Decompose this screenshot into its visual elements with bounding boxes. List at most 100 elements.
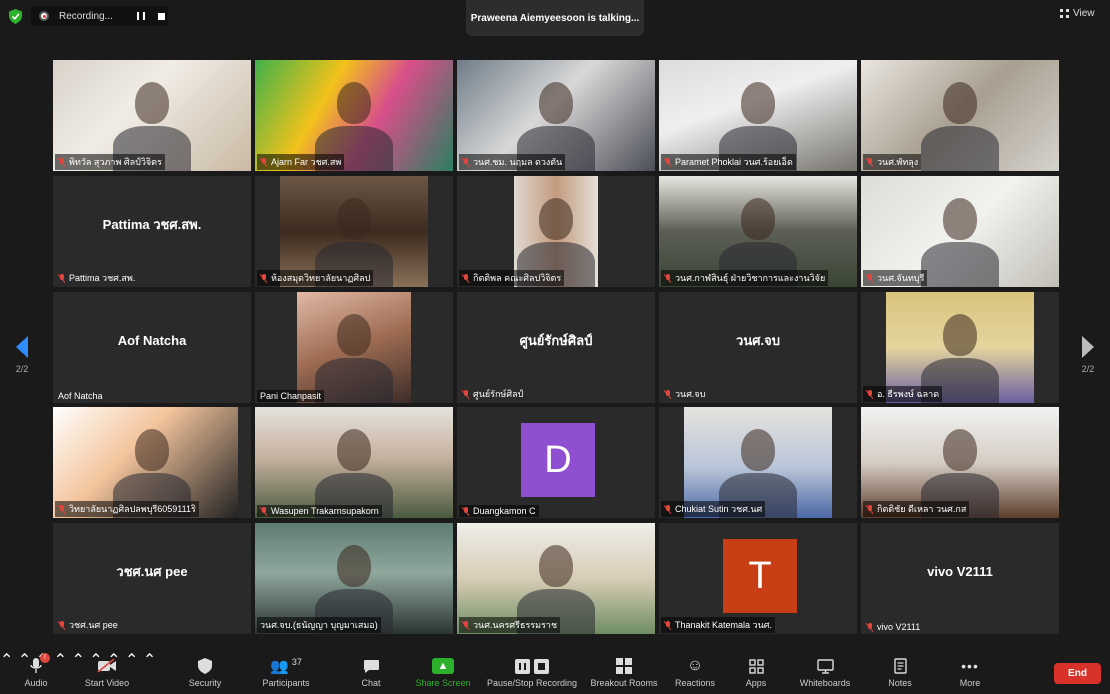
participant-tile[interactable]: วนศ.พัทลุง — [861, 60, 1059, 171]
more-button[interactable]: ••• More — [954, 656, 986, 688]
pause-stop-recording-button[interactable]: Pause/Stop Recording — [484, 656, 580, 688]
participant-silhouette — [337, 314, 371, 356]
pause-recording-icon[interactable] — [136, 12, 145, 20]
top-bar: Recording... Praweena Aiemyeesoon is tal… — [0, 0, 1110, 36]
participant-display-name: vivo V2111 — [927, 564, 993, 579]
share-screen-button[interactable]: ▲ Share Screen — [412, 656, 474, 688]
audio-options-caret-icon[interactable]: ⌃ — [0, 652, 13, 669]
recording-dot-icon — [39, 11, 49, 21]
participant-tile[interactable]: Chukiat Sutin วชศ.นศ — [659, 407, 857, 518]
mic-muted-icon — [664, 157, 672, 167]
participant-name-label: วนศ.จบ — [661, 386, 708, 402]
participant-name-label: วนศ.นครศรีธรรมราช — [459, 617, 561, 633]
security-shield-icon[interactable] — [9, 9, 22, 24]
participant-tile[interactable]: วชศ.นศ pee วชศ.นศ pee — [53, 523, 251, 634]
participant-tile[interactable]: D Duangkamon C — [457, 407, 655, 518]
page-indicator-left: 2/2 — [15, 364, 29, 374]
participant-silhouette — [135, 82, 169, 124]
participant-name: อ. ธีรพงษ์ ฉลาด — [877, 389, 940, 399]
mic-muted-icon — [462, 273, 470, 283]
participant-name-label: Wasupen Trakarnsupakorn — [257, 505, 382, 517]
participant-name: วิทยาลัยนาฏศิลปลพบุรี6059111ริ — [69, 504, 196, 514]
right-arrow-icon — [1082, 336, 1094, 358]
participant-tile[interactable]: ศูนย์รักษ์ศิลป์ ศูนย์รักษ์ศิลป์ — [457, 292, 655, 403]
audio-button[interactable]: ! Audio — [18, 653, 54, 688]
participant-name: Ajarn Far วชศ.สพ — [271, 157, 342, 167]
participant-avatar: T — [723, 539, 797, 613]
start-video-button[interactable]: Start Video — [80, 656, 134, 688]
chat-options-caret-icon[interactable]: ⌃ — [54, 652, 67, 669]
previous-page-button[interactable]: 2/2 — [10, 336, 34, 374]
end-meeting-button[interactable]: End — [1054, 663, 1101, 684]
breakout-rooms-label: Breakout Rooms — [590, 678, 658, 688]
participant-avatar: D — [521, 423, 595, 497]
mic-muted-icon — [866, 273, 874, 283]
participant-tile[interactable]: กิตติพล คณะศิลปวิจิตร — [457, 176, 655, 287]
chat-label: Chat — [361, 678, 381, 688]
participant-name: กิตติชัย ดีเหลา วนศ.กส — [877, 504, 967, 514]
participant-name-label: วนศ.พัทลุง — [863, 154, 922, 170]
next-page-button[interactable]: 2/2 — [1076, 336, 1100, 374]
participant-tile[interactable]: Wasupen Trakarnsupakorn — [255, 407, 453, 518]
participant-name: กิตติพล คณะศิลปวิจิตร — [473, 273, 562, 283]
breakout-rooms-button[interactable]: Breakout Rooms — [589, 656, 659, 688]
participant-tile[interactable]: Pani Chanpasit — [255, 292, 453, 403]
mic-muted-icon — [462, 389, 470, 399]
participant-tile[interactable]: อ. ธีรพงษ์ ฉลาด — [861, 292, 1059, 403]
more-label: More — [959, 678, 981, 688]
notes-label: Notes — [888, 678, 912, 688]
participant-name: วนศ.จบ.(ธนัญญา บุญมาเสมอ) — [260, 620, 378, 630]
participant-silhouette — [135, 429, 169, 471]
participant-tile[interactable]: ห้องสมุดวิทยาลัยนาฏศิลป — [255, 176, 453, 287]
participant-tile[interactable]: Paramet Phoklai วนศ.ร้อยเอ็ด — [659, 60, 857, 171]
pause-icon — [515, 658, 530, 674]
whiteboards-button[interactable]: Whiteboards — [796, 656, 854, 688]
participant-name: Paramet Phoklai วนศ.ร้อยเอ็ด — [675, 157, 793, 167]
participant-silhouette — [943, 82, 977, 124]
participant-silhouette — [741, 429, 775, 471]
participant-name-label: vivo V2111 — [863, 621, 923, 633]
participant-name-label: Pattima วชศ.สพ. — [55, 270, 138, 286]
participant-tile[interactable]: Pattima วชศ.สพ. Pattima วชศ.สพ. — [53, 176, 251, 287]
participant-name: Pattima วชศ.สพ. — [69, 273, 136, 283]
view-button[interactable]: View — [1060, 8, 1095, 19]
participant-tile[interactable]: วนศ.จันทบุรี — [861, 176, 1059, 287]
participant-name-label: Aof Natcha — [55, 390, 106, 402]
participant-tile[interactable]: วนศ.ชม. นฤมล ดวงตัน — [457, 60, 655, 171]
participant-tile[interactable]: Ajarn Far วชศ.สพ — [255, 60, 453, 171]
participant-tile[interactable]: Aof Natcha Aof Natcha — [53, 292, 251, 403]
stop-recording-icon[interactable] — [157, 12, 165, 20]
participant-display-name: Pattima วชศ.สพ. — [102, 217, 202, 232]
whiteboards-label: Whiteboards — [799, 678, 851, 688]
participant-name-label: กิตติชัย ดีเหลา วนศ.กส — [863, 501, 970, 517]
participant-name-label: พิทวัล สุวภาพ ศิลป์วิจิตร — [55, 154, 165, 170]
chat-button[interactable]: Chat — [355, 656, 387, 688]
reactions-button[interactable]: ☺ Reactions — [672, 656, 718, 688]
participant-tile[interactable]: วนศ.จบ.(ธนัญญา บุญมาเสมอ) — [255, 523, 453, 634]
participants-button[interactable]: 👥 37 Participants — [258, 656, 314, 688]
notes-button[interactable]: Notes — [884, 656, 916, 688]
participant-name: พิทวัล สุวภาพ ศิลป์วิจิตร — [69, 157, 162, 167]
participant-tile[interactable]: T Thanakit Katemala วนศ. — [659, 523, 857, 634]
mic-muted-icon — [866, 389, 874, 399]
mic-muted-icon — [58, 273, 66, 283]
security-button[interactable]: Security — [184, 656, 226, 688]
participant-tile[interactable]: วิทยาลัยนาฏศิลปลพบุรี6059111ริ — [53, 407, 251, 518]
participant-tile[interactable]: วนศ.นครศรีธรรมราช — [457, 523, 655, 634]
notes-options-caret-icon[interactable]: ⌃ — [143, 652, 156, 669]
participant-tile[interactable]: วนศ.จบ วนศ.จบ — [659, 292, 857, 403]
recording-label: Recording... — [59, 10, 113, 22]
participant-display-name: วนศ.จบ — [736, 333, 780, 348]
participant-tile[interactable]: vivo V2111 vivo V2111 — [861, 523, 1059, 634]
participant-shoulders — [315, 358, 393, 403]
security-label: Security — [188, 678, 222, 688]
participant-shoulders — [921, 242, 999, 287]
participant-name: Thanakit Katemala วนศ. — [675, 620, 772, 630]
mic-muted-icon — [58, 620, 66, 630]
participant-tile[interactable]: พิทวัล สุวภาพ ศิลป์วิจิตร — [53, 60, 251, 171]
apps-button[interactable]: Apps — [740, 656, 772, 688]
participant-tile[interactable]: วนศ.กาฬสินธุ์ ฝ่ายวิชาการและงานวิจัย — [659, 176, 857, 287]
stop-icon — [534, 658, 549, 674]
participant-tile[interactable]: กิตติชัย ดีเหลา วนศ.กส — [861, 407, 1059, 518]
chat-icon — [363, 659, 379, 673]
